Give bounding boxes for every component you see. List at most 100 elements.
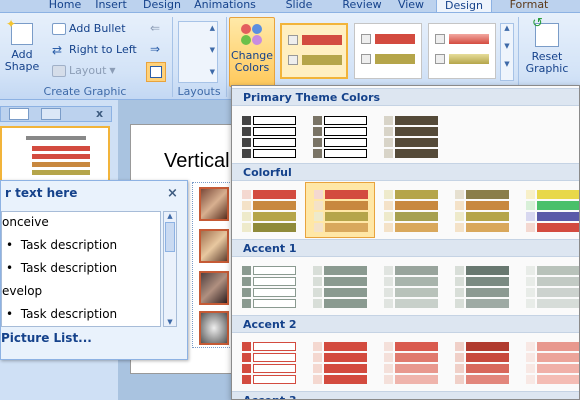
add-bullet-label: Add Bullet xyxy=(69,22,126,35)
add-bullet-button[interactable]: Add Bullet xyxy=(52,22,126,35)
smartart-style-option[interactable] xyxy=(428,23,496,79)
section-header-accent-1: Accent 1 xyxy=(232,239,579,257)
text-pane-title: r text here xyxy=(5,186,78,200)
palette-icon xyxy=(239,22,265,48)
reset-graphic-label: Reset Graphic xyxy=(525,50,569,75)
list-item[interactable]: onceive xyxy=(2,215,49,229)
tab-animations[interactable]: Animations xyxy=(194,0,256,12)
smartart-text-pane: r text here × onceive • Task description… xyxy=(0,180,188,360)
change-colors-label: Change Colors xyxy=(230,49,274,74)
tab-review[interactable]: Review xyxy=(342,0,382,12)
bullet-icon: • xyxy=(6,307,21,321)
change-colors-gallery: Primary Theme Colors Colorful Accent 1 A… xyxy=(231,85,580,400)
tab-smartart-format[interactable]: Format xyxy=(504,0,554,12)
close-icon[interactable]: x xyxy=(96,107,103,120)
gallery-more-icon[interactable]: ▼ xyxy=(501,60,513,68)
color-option-colorful-2[interactable] xyxy=(305,182,375,238)
text-pane-scrollbar[interactable]: ▲ ▼ xyxy=(163,211,177,327)
change-colors-button[interactable]: Change Colors xyxy=(229,17,275,87)
picture-list-link[interactable]: Picture List... xyxy=(1,331,92,345)
bullet-icon: • xyxy=(6,261,21,275)
color-option-primary-2[interactable] xyxy=(309,110,371,162)
color-option-accent2-5[interactable] xyxy=(522,336,579,388)
color-option-accent2-4[interactable] xyxy=(451,336,513,388)
smartart-frame[interactable] xyxy=(192,182,232,348)
slide-title[interactable]: Vertical xyxy=(164,150,230,173)
list-item[interactable]: • Task description xyxy=(6,261,117,275)
scroll-thumb[interactable] xyxy=(165,222,175,252)
tab-view[interactable]: View xyxy=(396,0,426,12)
color-option-accent1-2[interactable] xyxy=(309,260,371,312)
slides-panel-tabs: x xyxy=(0,106,112,122)
layouts-group-label: Layouts xyxy=(177,85,221,98)
color-option-colorful-1[interactable] xyxy=(238,184,300,236)
tab-insert[interactable]: Insert xyxy=(94,0,128,12)
gallery-more-icon[interactable]: ▼ xyxy=(210,68,215,76)
picture-placeholder[interactable] xyxy=(199,271,229,305)
right-to-left-button[interactable]: ⇄ Right to Left xyxy=(52,43,137,56)
layout-button[interactable]: Layout ▼ xyxy=(52,64,116,77)
bullet-icon: • xyxy=(6,238,21,252)
text-pane-icon xyxy=(150,66,162,78)
color-option-accent2-2[interactable] xyxy=(309,336,371,388)
add-shape-icon: ✦ xyxy=(6,18,33,45)
tab-slide-show[interactable]: Slide Show xyxy=(270,0,328,26)
list-item-label: Task description xyxy=(20,261,118,275)
layout-label: Layout xyxy=(69,64,107,77)
demote-icon[interactable]: ⇒ xyxy=(150,42,160,56)
section-header-primary: Primary Theme Colors xyxy=(232,88,579,106)
color-option-colorful-5[interactable] xyxy=(522,184,579,236)
tab-smartart-design[interactable]: Design xyxy=(436,0,492,12)
tab-home[interactable]: Home xyxy=(48,0,82,12)
list-item-label: Task description xyxy=(20,238,118,252)
close-icon[interactable]: × xyxy=(167,186,178,201)
dropdown-arrow-icon: ▼ xyxy=(109,66,116,75)
group-separator xyxy=(172,17,173,97)
smartart-style-option[interactable] xyxy=(280,23,348,79)
ribbon-tab-bar: Home Insert Design Animations Slide Show… xyxy=(0,0,580,26)
layout-icon xyxy=(52,64,66,77)
color-option-accent2-3[interactable] xyxy=(380,336,442,388)
tab-design[interactable]: Design xyxy=(142,0,182,12)
reset-graphic-icon: ↺ xyxy=(532,17,559,47)
color-option-colorful-3[interactable] xyxy=(380,184,442,236)
scroll-down-icon[interactable]: ▼ xyxy=(164,318,176,326)
styles-gallery-scroll[interactable]: ▲ ▼ ▼ xyxy=(500,23,514,81)
list-item[interactable]: • Task description xyxy=(6,238,117,252)
gallery-scroll-down-icon[interactable]: ▼ xyxy=(501,42,513,50)
layouts-gallery[interactable]: ▲ ▼ ▼ xyxy=(178,21,218,83)
right-to-left-label: Right to Left xyxy=(69,43,137,56)
color-option-accent1-5[interactable] xyxy=(522,260,579,312)
scroll-up-icon[interactable]: ▲ xyxy=(164,212,176,220)
picture-placeholder[interactable] xyxy=(199,229,229,263)
color-option-accent1-1[interactable] xyxy=(238,260,300,312)
gallery-scroll-down-icon[interactable]: ▼ xyxy=(210,46,215,54)
picture-placeholder[interactable] xyxy=(199,311,229,345)
outline-tab[interactable] xyxy=(41,108,61,120)
slides-tab[interactable] xyxy=(9,108,29,120)
slide-thumbnail[interactable] xyxy=(0,126,110,184)
color-option-accent1-3[interactable] xyxy=(380,260,442,312)
text-pane-list[interactable]: onceive • Task description • Task descri… xyxy=(1,211,161,327)
gallery-scroll-up-icon[interactable]: ▲ xyxy=(210,24,215,32)
promote-icon[interactable]: ⇐ xyxy=(150,21,160,35)
color-option-accent1-4[interactable] xyxy=(451,260,513,312)
picture-placeholder[interactable] xyxy=(199,187,229,221)
list-item[interactable]: evelop xyxy=(2,284,42,298)
list-item-label: Task description xyxy=(20,307,118,321)
text-pane-toggle[interactable] xyxy=(146,62,166,82)
color-option-colorful-4[interactable] xyxy=(451,184,513,236)
create-graphic-group-label: Create Graphic xyxy=(43,85,127,98)
smartart-style-option[interactable] xyxy=(354,23,422,79)
color-option-primary-3[interactable] xyxy=(380,110,442,162)
reset-graphic-button[interactable]: ↺ Reset Graphic xyxy=(522,17,572,87)
gallery-scroll-up-icon[interactable]: ▲ xyxy=(501,24,513,32)
color-option-primary-1[interactable] xyxy=(238,110,300,162)
color-option-accent2-1[interactable] xyxy=(238,336,300,388)
list-item[interactable]: • Task description xyxy=(6,307,117,321)
swap-arrows-icon: ⇄ xyxy=(52,42,63,57)
add-shape-button[interactable]: ✦ Add Shape xyxy=(2,18,42,87)
add-bullet-icon xyxy=(52,22,66,35)
section-header-colorful: Colorful xyxy=(232,163,579,181)
section-header-accent-3: Accent 3 xyxy=(232,391,579,399)
